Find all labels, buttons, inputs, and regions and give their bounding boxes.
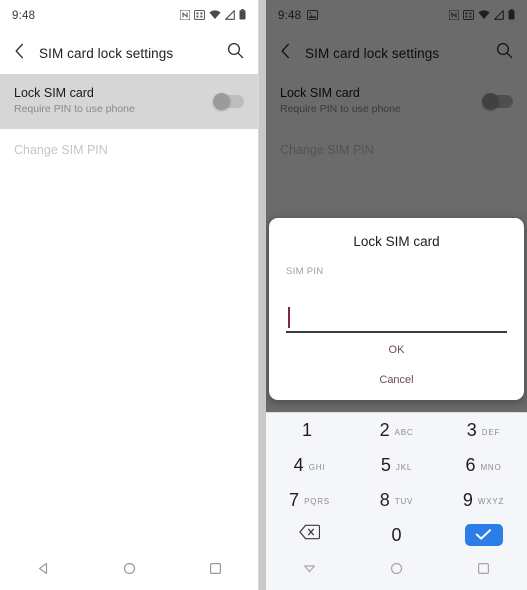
key-digit: 4 [293,455,304,476]
key-digit: 8 [379,489,390,510]
key-digit: 7 [289,489,300,510]
left-phone-panel: 9:48 SIM card lock settings Lock SIM car… [0,0,259,590]
list-item-lock-sim-card[interactable]: Lock SIM card Require PIN to use phone [0,74,258,129]
key-digit: 0 [391,524,402,545]
key-digit: 2 [379,420,390,441]
sim-pin-input[interactable] [286,285,507,333]
key-digit: 3 [466,420,477,441]
dialog-title: Lock SIM card [353,234,440,249]
key-digit: 5 [380,455,391,476]
lock-sim-card-dialog: Lock SIM card SIM PIN OK Cancel [269,218,524,400]
sim-pin-label: SIM PIN [286,266,324,277]
backspace-icon [299,524,321,545]
square-recents-icon[interactable] [477,562,490,580]
wifi-icon [209,7,221,25]
list-item-change-sim-pin: Change SIM PIN [0,129,258,171]
battery-icon [239,7,246,25]
key-digit: 1 [301,420,312,441]
key-2[interactable]: 2 ABC [353,413,440,448]
left-status-bar: 9:48 [0,0,258,32]
key-letters: MNO [480,462,502,472]
key-letters: WXYZ [477,497,505,507]
toggle-knob [213,92,230,110]
text-caret [288,307,290,328]
vibrate-icon [194,7,205,25]
circle-home-icon[interactable] [390,562,403,580]
key-0[interactable]: 0 [353,517,440,552]
dialog-cancel-button[interactable]: Cancel [286,360,507,390]
key-4[interactable]: 4 GHI [266,448,353,483]
key-digit: 6 [465,455,476,476]
key-5[interactable]: 5 JKL [353,448,440,483]
key-letters: ABC [394,427,414,437]
left-app-bar: SIM card lock settings [0,32,258,74]
circle-home-icon[interactable] [123,562,136,580]
list-item-title: Lock SIM card [14,86,94,100]
right-phone-panel: 9:48 [266,0,527,590]
left-navigation-bar [0,552,258,590]
key-9[interactable]: 9 WXYZ [440,483,527,518]
key-letters: DEF [481,427,501,437]
key-1[interactable]: 1 [266,413,353,448]
key-letters: PQRS [304,497,330,507]
key-enter[interactable] [440,517,527,552]
status-bar-clock: 9:48 [12,10,36,22]
dialog-ok-button[interactable]: OK [286,333,507,360]
key-letters: JKL [395,462,413,472]
key-6[interactable]: 6 MNO [440,448,527,483]
check-enter-icon [464,523,503,546]
triangle-back-icon[interactable] [37,562,50,580]
key-3[interactable]: 3 DEF [440,413,527,448]
key-8[interactable]: 8 TUV [353,483,440,518]
search-icon[interactable] [227,42,244,64]
numeric-keypad: 1 2 ABC 3 DEF 4 GHI 5 JKL 6 MNO 7 PQRS 8 TUV 9W… [266,412,527,590]
lock-sim-card-toggle[interactable] [213,92,244,110]
key-backspace[interactable] [266,517,353,552]
key-letters: GHI [308,462,326,472]
nfc-icon [179,7,191,25]
key-digit: 9 [462,489,473,510]
screenshot-stage: 9:48 SIM card lock settings Lock SIM car… [0,0,527,590]
chevron-left-icon[interactable] [14,43,25,64]
right-navigation-bar [266,552,527,590]
list-item-subtitle: Require PIN to use phone [14,103,135,115]
key-letters: TUV [394,497,414,507]
page-title: SIM card lock settings [39,45,174,61]
key-7[interactable]: 7 PQRS [266,483,353,518]
square-recents-icon[interactable] [209,562,222,580]
chevron-down-nav-icon[interactable] [303,562,316,580]
list-item-title: Change SIM PIN [14,143,108,157]
signal-icon [225,7,235,25]
